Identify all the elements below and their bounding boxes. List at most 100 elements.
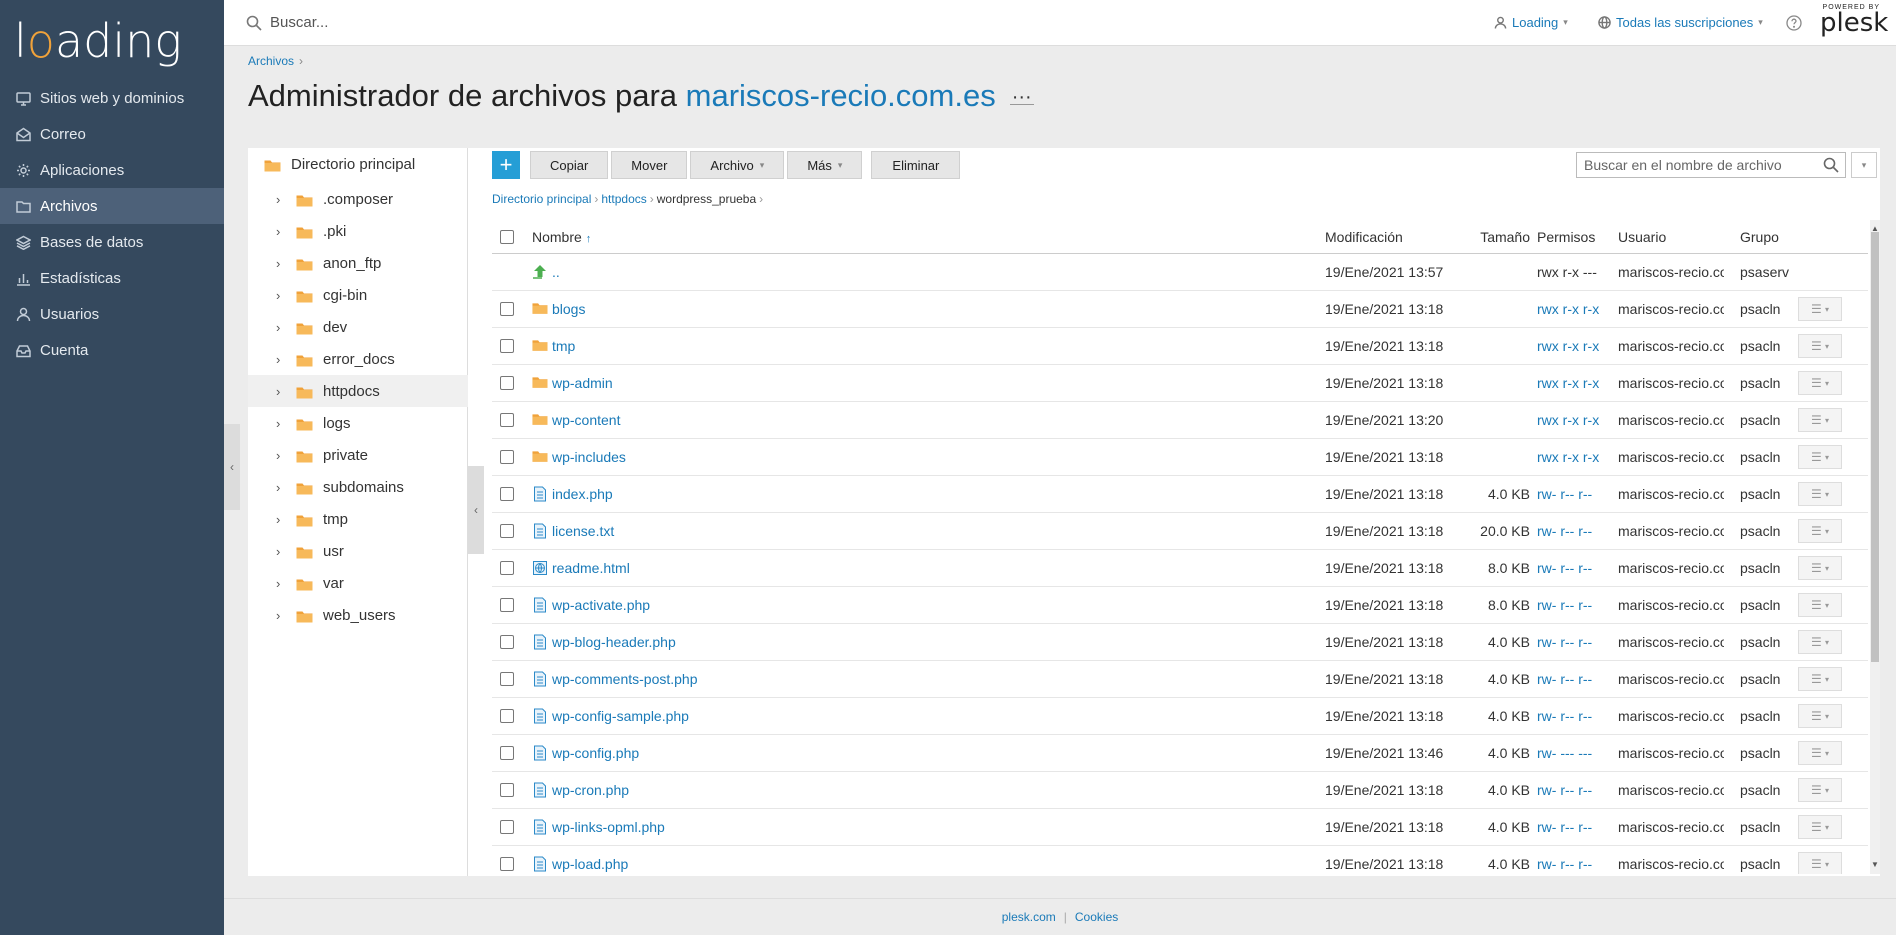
row-checkbox[interactable] [500,820,514,834]
more-options-button[interactable]: ··· [1009,87,1034,107]
row-checkbox[interactable] [500,413,514,427]
row-checkbox[interactable] [500,857,514,871]
table-row[interactable]: blogs 19/Ene/2021 13:18 rwx r-x r-x marisco… [492,291,1868,328]
row-checkbox[interactable] [500,598,514,612]
file-permissions[interactable]: rw- r-- r-- [1537,634,1592,650]
delete-button[interactable]: Eliminar [871,151,961,179]
chevron-right-icon[interactable]: › [276,416,296,431]
table-row[interactable]: wp-admin 19/Ene/2021 13:18 rwx r-x r-x mari… [492,365,1868,402]
row-actions-menu[interactable]: ☰ ▾ [1798,334,1842,358]
row-actions-menu[interactable]: ☰ ▾ [1798,667,1842,691]
column-user[interactable]: Usuario [1618,229,1724,245]
table-row[interactable]: license.txt 19/Ene/2021 13:18 20.0 KB rw- r… [492,513,1868,550]
row-checkbox[interactable] [500,783,514,797]
file-name-link[interactable]: wp-links-opml.php [552,819,665,835]
copy-button[interactable]: Copiar [530,151,609,179]
table-scrollbar[interactable] [1870,220,1880,874]
row-actions-menu[interactable]: ☰ ▾ [1798,815,1842,839]
row-checkbox[interactable] [500,672,514,686]
file-name-link[interactable]: readme.html [552,560,630,576]
sidebar-item-correo[interactable]: Correo [0,116,224,152]
file-permissions[interactable]: rw- r-- r-- [1537,671,1592,687]
brand-logo[interactable]: loading [0,0,224,80]
sidebar-item-estadísticas[interactable]: Estadísticas [0,260,224,296]
file-name-link[interactable]: .. [552,264,560,280]
column-permissions[interactable]: Permisos [1537,229,1595,245]
row-checkbox[interactable] [500,302,514,316]
table-row[interactable]: wp-load.php 19/Ene/2021 13:18 4.0 KB rw- r-… [492,846,1868,874]
column-name[interactable]: Nombre ↑ [532,229,591,245]
file-permissions[interactable]: rw- r-- r-- [1537,782,1592,798]
row-actions-menu[interactable]: ☰ ▾ [1798,593,1842,617]
chevron-right-icon[interactable]: › [276,448,296,463]
sidebar-collapse-button[interactable]: ‹ [224,424,240,510]
tree-item-dev[interactable]: › dev [248,311,468,343]
chevron-right-icon[interactable]: › [276,480,296,495]
table-row[interactable]: index.php 19/Ene/2021 13:18 4.0 KB rw- r-- … [492,476,1868,513]
file-name-link[interactable]: wp-includes [552,449,626,465]
footer-link-cookies[interactable]: Cookies [1075,910,1118,924]
tree-item-httpdocs[interactable]: › httpdocs [248,375,468,407]
scrollbar-thumb[interactable] [1871,232,1879,662]
row-actions-menu[interactable]: ☰ ▾ [1798,778,1842,802]
search-icon[interactable] [1823,157,1839,173]
tree-item-logs[interactable]: › logs [248,407,468,439]
row-actions-menu[interactable]: ☰ ▾ [1798,519,1842,543]
file-name-link[interactable]: wp-config.php [552,745,639,761]
chevron-right-icon[interactable]: › [276,384,296,399]
tree-item-tmp[interactable]: › tmp [248,503,468,535]
chevron-right-icon[interactable]: › [276,288,296,303]
file-permissions[interactable]: rwx r-x r-x [1537,412,1599,428]
table-row[interactable]: tmp 19/Ene/2021 13:18 rwx r-x r-x mariscos-… [492,328,1868,365]
file-name-link[interactable]: tmp [552,338,575,354]
file-name-link[interactable]: wp-content [552,412,620,428]
sidebar-item-usuarios[interactable]: Usuarios [0,296,224,332]
tree-item-pki[interactable]: › .pki [248,215,468,247]
help-icon[interactable] [1786,14,1802,31]
tree-item-subdomains[interactable]: › subdomains [248,471,468,503]
row-actions-menu[interactable]: ☰ ▾ [1798,556,1842,580]
chevron-right-icon[interactable]: › [276,512,296,527]
file-permissions[interactable]: rw- r-- r-- [1537,819,1592,835]
file-name-link[interactable]: wp-load.php [552,856,628,872]
file-name-link[interactable]: index.php [552,486,613,502]
table-row[interactable]: wp-config.php 19/Ene/2021 13:46 4.0 KB rw- … [492,735,1868,772]
sidebar-item-aplicaciones[interactable]: Aplicaciones [0,152,224,188]
tree-root-item[interactable]: Directorio principal [264,156,415,173]
row-checkbox[interactable] [500,524,514,538]
table-row[interactable]: wp-activate.php 19/Ene/2021 13:18 8.0 KB rw… [492,587,1868,624]
table-row[interactable]: wp-comments-post.php 19/Ene/2021 13:18 4.0… [492,661,1868,698]
file-name-link[interactable]: license.txt [552,523,614,539]
table-row[interactable]: wp-includes 19/Ene/2021 13:18 rwx r-x r-x m… [492,439,1868,476]
table-row[interactable]: wp-config-sample.php 19/Ene/2021 13:18 4.0… [492,698,1868,735]
add-button[interactable]: + [492,151,520,179]
chevron-right-icon[interactable]: › [276,544,296,559]
breadcrumb-item-archivos[interactable]: Archivos [248,54,294,68]
row-actions-menu[interactable]: ☰ ▾ [1798,630,1842,654]
row-checkbox[interactable] [500,376,514,390]
sidebar-item-archivos[interactable]: Archivos [0,188,224,224]
row-checkbox[interactable] [500,635,514,649]
column-modified[interactable]: Modificación [1325,229,1403,245]
row-actions-menu[interactable]: ☰ ▾ [1798,482,1842,506]
row-actions-menu[interactable]: ☰ ▾ [1798,408,1842,432]
tree-item-private[interactable]: › private [248,439,468,471]
tree-item-web-users[interactable]: › web_users [248,599,468,631]
chevron-right-icon[interactable]: › [276,224,296,239]
file-permissions[interactable]: rw- r-- r-- [1537,486,1592,502]
more-button[interactable]: Más ▾ [787,151,863,179]
chevron-right-icon[interactable]: › [276,192,296,207]
select-all-checkbox[interactable] [500,229,514,244]
tree-collapse-button[interactable]: ‹ [468,466,484,554]
path-item-httpdocs[interactable]: httpdocs [601,192,646,206]
chevron-right-icon[interactable]: › [276,320,296,335]
row-actions-menu[interactable]: ☰ ▾ [1798,704,1842,728]
chevron-right-icon[interactable]: › [276,608,296,623]
column-group[interactable]: Grupo [1740,229,1779,245]
file-permissions[interactable]: rwx r-x r-x [1537,375,1599,391]
row-checkbox[interactable] [500,450,514,464]
sidebar-item-sitios-web-y-dominios[interactable]: Sitios web y dominios [0,80,224,116]
file-permissions[interactable]: rw- r-- r-- [1537,597,1592,613]
scroll-down-icon[interactable]: ▼ [1870,860,1880,869]
file-name-link[interactable]: wp-cron.php [552,782,629,798]
